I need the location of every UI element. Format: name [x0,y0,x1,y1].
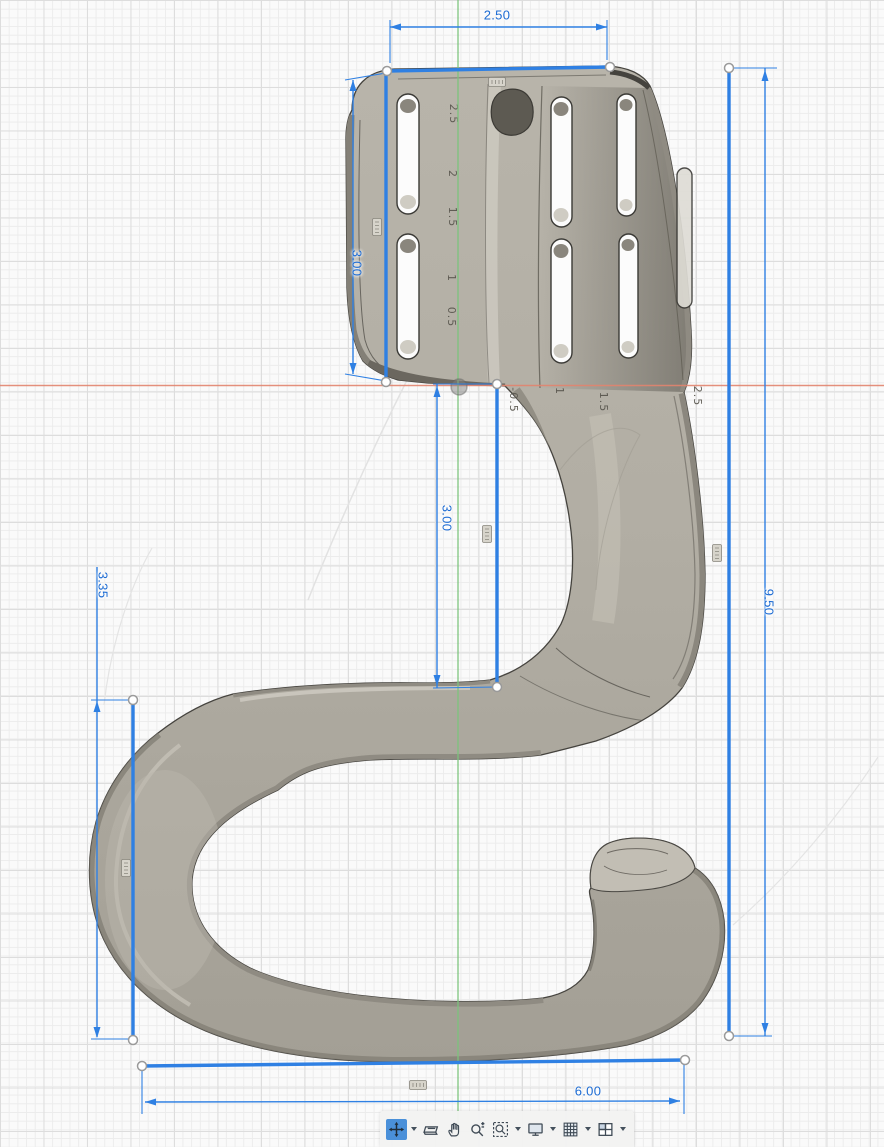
ruler-label: 1.5 [597,392,610,413]
sketch-point[interactable] [681,1056,690,1065]
slot-cutout [551,97,572,227]
grid-and-snaps-dropdown-caret[interactable] [585,1127,591,1131]
orbit-button[interactable] [386,1119,407,1140]
slot-cutout [397,94,419,214]
sketch-point[interactable] [129,1036,138,1045]
zoom-button[interactable] [467,1119,488,1140]
pan-icon [446,1121,463,1138]
ruler-label: 1.5 [446,207,459,228]
orbit-icon [388,1121,405,1138]
model-body[interactable]: 2.521.510.5-0.511.52.5 [89,66,724,1090]
sketch-point[interactable] [129,696,138,705]
dimension-value-total-width[interactable]: 6.00 [575,1084,602,1099]
ruler-label: 1 [553,387,566,395]
pan-button[interactable] [444,1119,465,1140]
dimension-value-hook-height[interactable]: 3.35 [96,572,111,599]
scale-badge-icon [410,1081,427,1090]
cad-viewport: { "app": {"view_name": "fusion-model-vie… [0,0,884,1137]
display-settings-icon [527,1121,544,1138]
grid-and-snaps-button[interactable] [560,1119,581,1140]
grid-icon [562,1121,579,1138]
ruler-label: 1 [445,274,458,282]
sketch-point[interactable] [725,1032,734,1041]
zoom-icon [469,1121,486,1138]
ruler-label: 2 [446,170,459,178]
sketch-point[interactable] [493,380,502,389]
slot-cutout [619,234,638,358]
look-at-button[interactable] [421,1119,442,1140]
scale-badge-icon [489,78,506,87]
viewport-canvas[interactable]: 2.521.510.5-0.511.52.5 [0,0,884,1137]
viewports-dropdown-caret[interactable] [620,1127,626,1131]
fit-dropdown-caret[interactable] [515,1127,521,1131]
display-settings-dropdown-caret[interactable] [550,1127,556,1131]
scale-badge-icon [122,860,131,877]
dimension-value-arm-length[interactable]: 3.00 [440,505,455,532]
fit-icon [492,1121,509,1138]
dimension-value-total-height[interactable]: 9.50 [762,589,777,616]
dimension-top-width[interactable] [390,20,607,63]
sketch-point[interactable] [725,64,734,73]
hanging-hole [491,89,533,135]
sketch-point[interactable] [606,63,615,72]
slot-cutout [551,239,572,363]
slot-cutout [617,94,636,216]
slot-cutout [677,168,692,308]
sketch-point[interactable] [382,378,391,387]
display-settings-button[interactable] [525,1119,546,1140]
look-at-icon [423,1121,440,1138]
viewports-button[interactable] [595,1119,616,1140]
sketch-point[interactable] [493,683,502,692]
dimension-value-top-width[interactable]: 2.50 [484,8,511,23]
sketch-point[interactable] [383,67,392,76]
scale-badge-icon [713,545,722,562]
origin-point[interactable] [451,379,467,395]
scale-badge-icon [483,526,492,543]
viewports-icon [597,1121,614,1138]
orbit-dropdown-caret[interactable] [411,1127,417,1131]
ruler-label: 0.5 [445,307,458,328]
fit-button[interactable] [490,1119,511,1140]
ruler-label: -0.5 [507,387,520,412]
slot-cutout [397,234,419,359]
navigation-toolbar [380,1111,634,1147]
ruler-label: 2.5 [691,386,704,407]
dimension-value-plate-height[interactable]: 3.00 [350,250,365,277]
scale-badge-icon [373,219,382,236]
sketch-point[interactable] [138,1062,147,1071]
